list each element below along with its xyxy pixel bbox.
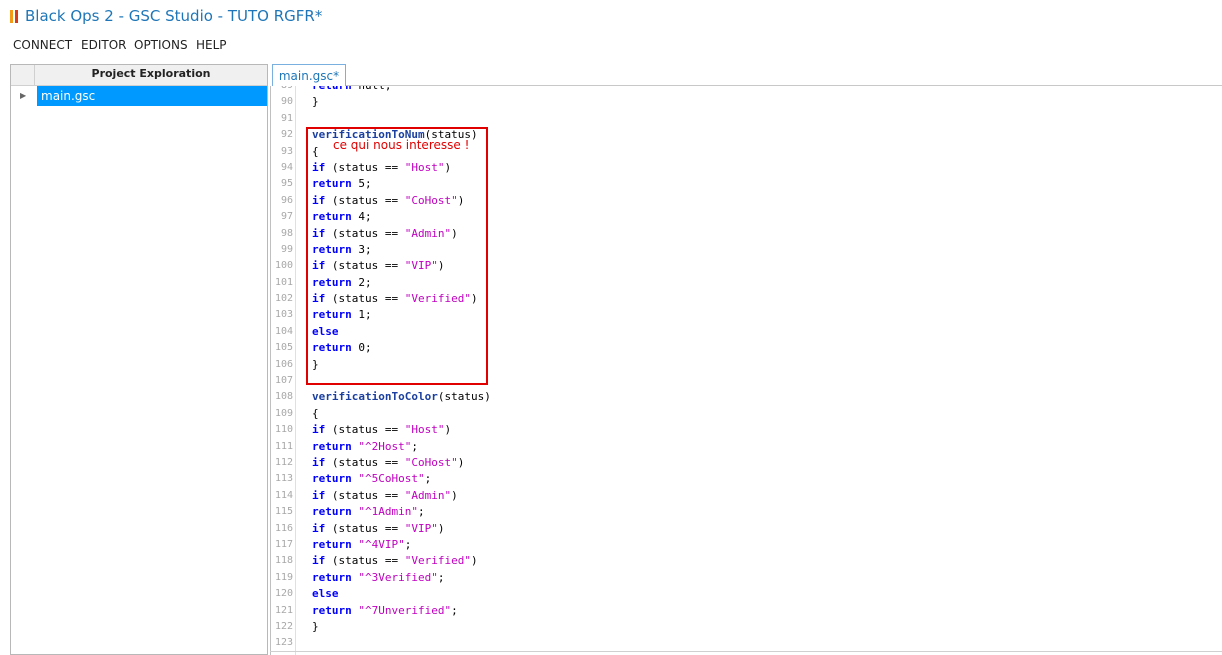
line-number: 98 <box>280 227 293 239</box>
code-text: else <box>312 587 339 601</box>
code-text: } <box>312 95 319 109</box>
code-text: if (status == "Verified") <box>312 554 478 568</box>
line-number: 95 <box>280 178 293 190</box>
code-text: if (status == "Admin") <box>312 226 458 240</box>
code-text: return "^5CoHost"; <box>312 472 432 486</box>
line-number: 113 <box>274 473 293 485</box>
code-text: return "^1Admin"; <box>312 505 425 519</box>
code-text: return 0; <box>312 341 372 355</box>
line-number: 121 <box>274 604 293 616</box>
line-number: 101 <box>274 276 293 288</box>
code-text: if (status == "VIP") <box>312 521 445 535</box>
gutter-divider <box>295 86 296 655</box>
tree-item-main-gsc[interactable]: ▶ main.gsc <box>11 86 267 106</box>
code-text: if (status == "Verified") <box>312 292 478 306</box>
line-number: 106 <box>274 358 293 370</box>
menu-editor[interactable]: EDITOR <box>81 38 126 52</box>
code-text: return "^2Host"; <box>312 439 418 453</box>
line-number: 112 <box>274 456 293 468</box>
project-explorer-header: Project Exploration <box>11 65 267 86</box>
code-text: { <box>312 406 319 420</box>
line-number: 114 <box>274 489 293 501</box>
line-number: 118 <box>274 555 293 567</box>
code-text: if (status == "Admin") <box>312 488 458 502</box>
line-number: 99 <box>280 243 293 255</box>
code-text: else <box>312 324 339 338</box>
title-bar: Black Ops 2 - GSC Studio - TUTO RGFR* <box>0 0 1222 36</box>
line-number: 117 <box>274 538 293 550</box>
line-number: 105 <box>274 342 293 354</box>
code-text: return 3; <box>312 242 372 256</box>
line-number: 104 <box>274 325 293 337</box>
line-number: 91 <box>280 112 293 124</box>
line-number: 94 <box>280 161 293 173</box>
line-number: 92 <box>280 129 293 141</box>
code-text: { <box>312 144 319 158</box>
line-number: 111 <box>274 440 293 452</box>
code-text: return 1; <box>312 308 372 322</box>
line-number: 109 <box>274 407 293 419</box>
line-number: 97 <box>280 211 293 223</box>
project-explorer-title: Project Exploration <box>91 67 211 80</box>
line-number: 93 <box>280 145 293 157</box>
annotation-text: ce qui nous interesse ! <box>333 138 470 152</box>
menu-help[interactable]: HELP <box>196 38 227 52</box>
app-logo-icon <box>10 10 20 23</box>
code-text: return "^7Unverified"; <box>312 603 458 617</box>
tab-main-gsc[interactable]: main.gsc* <box>272 64 346 86</box>
line-number: 110 <box>274 424 293 436</box>
code-text: return 4; <box>312 210 372 224</box>
code-text: if (status == "VIP") <box>312 259 445 273</box>
tree-item-selection[interactable]: main.gsc <box>37 86 267 106</box>
tree-item-label: main.gsc <box>41 89 96 103</box>
line-number: 96 <box>280 194 293 206</box>
line-number: 122 <box>274 620 293 632</box>
code-text: return "^4VIP"; <box>312 537 412 551</box>
line-number: 100 <box>274 260 293 272</box>
window-title: Black Ops 2 - GSC Studio - TUTO RGFR* <box>25 7 323 25</box>
code-text: if (status == "CoHost") <box>312 455 465 469</box>
project-explorer-panel: Project Exploration ▶ main.gsc <box>10 64 268 655</box>
tab-label: main.gsc* <box>278 69 340 83</box>
line-number: 108 <box>274 391 293 403</box>
line-number: 90 <box>280 96 293 108</box>
code-text: if (status == "CoHost") <box>312 193 465 207</box>
header-expander-column <box>11 65 35 85</box>
code-text: if (status == "Host") <box>312 423 452 437</box>
code-text: verificationToColor(status) <box>312 390 491 404</box>
line-number: 116 <box>274 522 293 534</box>
expand-arrow-icon[interactable]: ▶ <box>20 91 26 100</box>
menu-options[interactable]: OPTIONS <box>134 38 188 52</box>
code-text: return "^3Verified"; <box>312 570 445 584</box>
menu-connect[interactable]: CONNECT <box>13 38 72 52</box>
code-text: } <box>312 619 319 633</box>
code-text: return null; <box>312 86 392 94</box>
code-editor: main.gsc* 89 return null; 90} 91 92 verificat… <box>270 64 1222 655</box>
code-text: } <box>312 357 319 371</box>
line-number: 115 <box>274 506 293 518</box>
line-number: 119 <box>274 571 293 583</box>
line-number: 123 <box>274 637 293 649</box>
code-text: return 5; <box>312 177 372 191</box>
code-text: if (status == "Host") <box>312 160 452 174</box>
code-text: return 2; <box>312 275 372 289</box>
line-number: 102 <box>274 293 293 305</box>
line-number: 107 <box>274 375 293 387</box>
line-number: 89 <box>271 86 293 94</box>
editor-bottom-border <box>270 651 1222 652</box>
line-number: 120 <box>274 588 293 600</box>
line-number: 103 <box>274 309 293 321</box>
code-text-area[interactable]: 89return null;90}9192verificationToNum(s… <box>270 86 1222 655</box>
